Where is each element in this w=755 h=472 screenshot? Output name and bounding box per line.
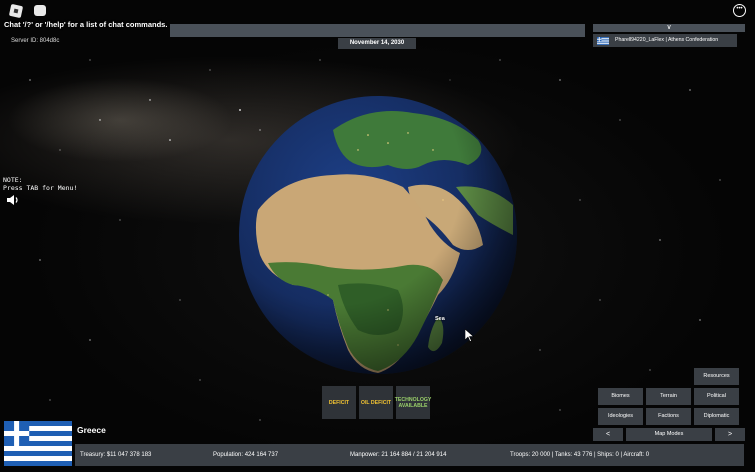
map-mode-factions-button[interactable]: Factions <box>646 408 691 425</box>
roblox-menu-icon[interactable] <box>8 3 24 19</box>
more-options-icon[interactable]: ••• <box>733 4 746 17</box>
map-mode-political-button[interactable]: Political <box>694 388 739 405</box>
map-mode-resources-button[interactable]: Resources <box>694 368 739 385</box>
map-mode-prev-button[interactable]: < <box>593 428 623 441</box>
country-stats-bar: Treasury: $11 047 378 183 Population: 42… <box>75 444 744 466</box>
country-name: Greece <box>77 425 106 435</box>
speaker-icon[interactable] <box>6 194 20 206</box>
world-globe[interactable] <box>238 95 518 375</box>
military-stat: Troops: 20 000 | Tanks: 43 776 | Ships: … <box>510 452 650 458</box>
player-card[interactable]: Pharell94220_LaFlex | Athens Confederati… <box>593 34 737 47</box>
population-stat: Population: 424 164 737 <box>213 452 279 458</box>
oil-deficit-alert-button[interactable]: OIL DEFICIT <box>359 386 393 419</box>
player-name: Pharell94220_LaFlex | Athens Confederati… <box>615 37 719 43</box>
game-date: November 14, 2030 <box>338 38 416 49</box>
map-mode-ideologies-button[interactable]: Ideologies <box>598 408 643 425</box>
tab-menu-note: NOTE: Press TAB for Menu! <box>3 176 78 192</box>
map-mode-diplomatic-button[interactable]: Diplomatic <box>694 408 739 425</box>
map-mode-next-button[interactable]: > <box>715 428 745 441</box>
player-list-toggle[interactable]: ∨ <box>593 24 745 32</box>
mouse-cursor-icon <box>465 329 475 342</box>
greece-flag[interactable] <box>4 421 72 466</box>
map-modes-label[interactable]: Map Modes <box>626 428 712 441</box>
map-mode-terrain-button[interactable]: Terrain <box>646 388 691 405</box>
top-bar <box>170 24 585 37</box>
server-id: Server ID: 804d8c <box>11 38 60 44</box>
greece-flag-icon <box>597 37 609 45</box>
manpower-stat: Manpower: 21 164 884 / 21 204 914 <box>350 452 447 458</box>
chat-icon[interactable] <box>34 5 46 16</box>
chat-message: Chat '/?' or '/help' for a list of chat … <box>4 20 168 29</box>
treasury-stat: Treasury: $11 047 378 183 <box>80 452 152 458</box>
deficit-alert-button[interactable]: DEFICIT <box>322 386 356 419</box>
technology-available-button[interactable]: TECHNOLOGY AVAILABLE <box>395 386 431 419</box>
map-region-label: Sea <box>435 316 445 322</box>
map-mode-biomes-button[interactable]: Biomes <box>598 388 643 405</box>
